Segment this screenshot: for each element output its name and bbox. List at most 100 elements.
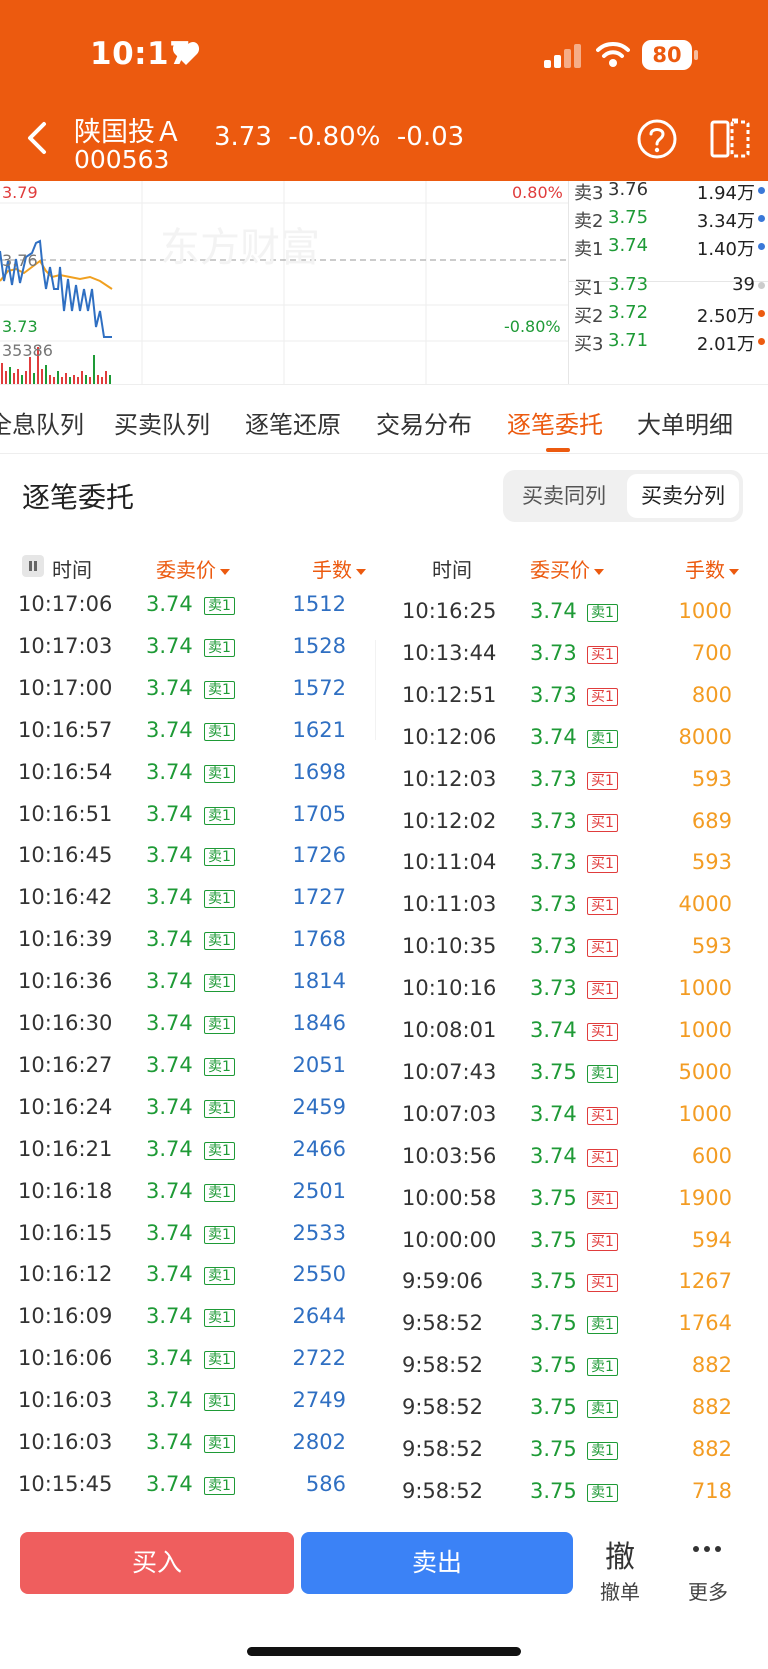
order-level-badge: 卖1 bbox=[204, 890, 235, 909]
order-row[interactable]: 10:16:45 3.74 卖1 1726 bbox=[0, 837, 376, 877]
order-time: 9:58:52 bbox=[402, 1353, 483, 1378]
order-row[interactable]: 10:16:03 3.74 卖1 2802 bbox=[0, 1424, 376, 1464]
more-label[interactable]: 更多 bbox=[686, 1576, 730, 1605]
order-row[interactable]: 10:15:45 3.74 卖1 586 bbox=[0, 1466, 376, 1506]
order-row[interactable]: 10:12:06 3.74 卖1 8000 bbox=[376, 719, 768, 759]
order-row[interactable]: 9:58:52 3.75 卖1 882 bbox=[376, 1431, 768, 1471]
order-lots: 2459 bbox=[292, 1094, 346, 1119]
sell-price-header[interactable]: 委卖价 bbox=[156, 554, 230, 583]
tab-order-by-order[interactable]: 逐笔委托 bbox=[507, 405, 603, 440]
order-row[interactable]: 10:16:09 3.74 卖1 2644 bbox=[0, 1298, 376, 1338]
order-time: 10:11:04 bbox=[402, 850, 497, 875]
order-row[interactable]: 10:16:57 3.74 卖1 1621 bbox=[0, 712, 376, 752]
order-row[interactable]: 10:10:35 3.73 买1 593 bbox=[376, 928, 768, 968]
back-icon[interactable] bbox=[22, 118, 52, 158]
order-row[interactable]: 10:16:27 3.74 卖1 2051 bbox=[0, 1047, 376, 1087]
order-row[interactable]: 9:58:52 3.75 卖1 1764 bbox=[376, 1305, 768, 1345]
order-book-asks-row[interactable]: 卖2 3.75 3.34万 bbox=[569, 203, 768, 232]
order-time: 10:16:12 bbox=[18, 1262, 113, 1287]
order-row[interactable]: 10:16:12 3.74 卖1 2550 bbox=[0, 1256, 376, 1296]
order-lots: 1814 bbox=[292, 969, 346, 994]
order-row[interactable]: 10:16:18 3.74 卖1 2501 bbox=[0, 1173, 376, 1213]
order-level-badge: 买1 bbox=[587, 855, 618, 874]
pause-icon[interactable] bbox=[22, 555, 44, 577]
sell-button[interactable]: 卖出 bbox=[301, 1532, 573, 1594]
order-row[interactable]: 9:58:52 3.75 卖1 718 bbox=[376, 1473, 768, 1513]
tab-full-queue[interactable]: 全息队列 bbox=[0, 405, 84, 440]
order-price: 3.74 bbox=[146, 1052, 193, 1077]
more-icon[interactable] bbox=[692, 1544, 722, 1554]
segment-split-columns[interactable]: 买卖分列 bbox=[627, 474, 739, 518]
order-row[interactable]: 10:07:03 3.74 买1 1000 bbox=[376, 1096, 768, 1136]
order-row[interactable]: 10:16:25 3.74 卖1 1000 bbox=[376, 593, 768, 633]
order-row[interactable]: 10:08:01 3.74 买1 1000 bbox=[376, 1012, 768, 1052]
order-row[interactable]: 10:12:51 3.73 买1 800 bbox=[376, 677, 768, 717]
order-row[interactable]: 10:11:03 3.73 买1 4000 bbox=[376, 886, 768, 926]
order-book-bids-row[interactable]: 买2 3.72 2.50万 bbox=[569, 298, 768, 327]
stock-quote: 3.73 -0.80% -0.03 bbox=[214, 122, 465, 152]
order-row[interactable]: 10:17:00 3.74 卖1 1572 bbox=[0, 670, 376, 710]
order-lots: 2466 bbox=[292, 1136, 346, 1161]
order-row[interactable]: 10:12:02 3.73 买1 689 bbox=[376, 803, 768, 843]
order-book-asks-row[interactable]: 卖3 3.76 1.94万 bbox=[569, 175, 768, 204]
cancel-order-icon[interactable]: 撤 bbox=[602, 1532, 638, 1576]
order-lots: 593 bbox=[691, 766, 732, 791]
order-row[interactable]: 10:16:51 3.74 卖1 1705 bbox=[0, 796, 376, 836]
order-row[interactable]: 10:16:39 3.74 卖1 1768 bbox=[0, 921, 376, 961]
detail-tab-bar: 全息队列 买卖队列 逐笔还原 交易分布 逐笔委托 大单明细 bbox=[0, 384, 768, 454]
order-book-bids-row[interactable]: 买1 3.73 39 bbox=[569, 270, 768, 299]
chart-watermark: 东方财富 bbox=[160, 225, 320, 271]
order-row[interactable]: 9:59:06 3.75 买1 1267 bbox=[376, 1263, 768, 1303]
order-book-asks-row[interactable]: 卖1 3.74 1.40万 bbox=[569, 231, 768, 260]
order-row[interactable]: 10:16:21 3.74 卖1 2466 bbox=[0, 1131, 376, 1171]
order-row[interactable]: 9:58:52 3.75 卖1 882 bbox=[376, 1347, 768, 1387]
order-level-badge: 卖1 bbox=[204, 1099, 235, 1118]
order-row[interactable]: 10:16:54 3.74 卖1 1698 bbox=[0, 754, 376, 794]
buy-lots-header[interactable]: 手数 bbox=[685, 554, 739, 583]
order-level-badge: 卖1 bbox=[587, 1064, 618, 1083]
order-row[interactable]: 10:10:16 3.73 买1 1000 bbox=[376, 970, 768, 1010]
order-book-volume: 2.01万 bbox=[696, 334, 755, 355]
header: 10:17 80 陕国投Ａ 000563 3.73 -0.80% -0.03 bbox=[0, 0, 768, 181]
order-row[interactable]: 10:07:43 3.75 卖1 5000 bbox=[376, 1054, 768, 1094]
order-lots: 2550 bbox=[292, 1262, 346, 1287]
order-row[interactable]: 10:13:44 3.73 买1 700 bbox=[376, 635, 768, 675]
order-row[interactable]: 9:58:52 3.75 卖1 882 bbox=[376, 1389, 768, 1429]
order-row[interactable]: 10:16:30 3.74 卖1 1846 bbox=[0, 1005, 376, 1045]
sell-time-header: 时间 bbox=[52, 558, 92, 582]
segment-same-column[interactable]: 买卖同列 bbox=[507, 474, 621, 518]
buy-button[interactable]: 买入 bbox=[20, 1532, 294, 1594]
intraday-chart[interactable]: 东方财富 3.79 3.76 3.73 35386 0.80% -0.80% bbox=[0, 181, 568, 384]
order-row[interactable]: 10:16:15 3.74 卖1 2533 bbox=[0, 1215, 376, 1255]
order-book-bids-row[interactable]: 买3 3.71 2.01万 bbox=[569, 326, 768, 355]
order-row[interactable]: 10:03:56 3.74 买1 600 bbox=[376, 1138, 768, 1178]
order-lists[interactable]: 10:17:06 3.74 卖1 1512 10:17:03 3.74 卖1 1528 10:1… bbox=[0, 586, 768, 1520]
order-price: 3.74 bbox=[146, 675, 193, 700]
order-row[interactable]: 10:00:58 3.75 买1 1900 bbox=[376, 1180, 768, 1220]
order-row[interactable]: 10:16:42 3.74 卖1 1727 bbox=[0, 879, 376, 919]
order-price: 3.74 bbox=[146, 717, 193, 742]
order-row[interactable]: 10:00:00 3.75 买1 594 bbox=[376, 1222, 768, 1262]
help-icon[interactable] bbox=[636, 118, 678, 160]
chart-mid-price: 3.76 bbox=[2, 251, 38, 270]
order-book-volume: 39 bbox=[732, 274, 755, 295]
order-price: 3.74 bbox=[146, 759, 193, 784]
order-lots: 594 bbox=[691, 1227, 732, 1252]
order-row[interactable]: 10:11:04 3.73 买1 593 bbox=[376, 844, 768, 884]
tab-large-order-detail[interactable]: 大单明细 bbox=[637, 405, 733, 440]
tab-tick-restore[interactable]: 逐笔还原 bbox=[245, 405, 341, 440]
order-row[interactable]: 10:16:36 3.74 卖1 1814 bbox=[0, 963, 376, 1003]
order-row[interactable]: 10:16:03 3.74 卖1 2749 bbox=[0, 1382, 376, 1422]
order-row[interactable]: 10:12:03 3.73 买1 593 bbox=[376, 761, 768, 801]
order-row[interactable]: 10:16:06 3.74 卖1 2722 bbox=[0, 1340, 376, 1380]
sell-lots-header[interactable]: 手数 bbox=[312, 554, 366, 583]
tab-trade-distribution[interactable]: 交易分布 bbox=[376, 405, 472, 440]
order-book[interactable]: 卖3 3.76 1.94万 卖2 3.75 3.34万 卖1 3.74 1.40万 买1 3.73… bbox=[568, 179, 768, 384]
buy-price-header[interactable]: 委买价 bbox=[530, 554, 604, 583]
switch-stock-icon[interactable] bbox=[708, 116, 752, 160]
tab-bid-ask-queue[interactable]: 买卖队列 bbox=[114, 405, 210, 440]
order-row[interactable]: 10:16:24 3.74 卖1 2459 bbox=[0, 1089, 376, 1129]
cancel-order-label[interactable]: 撤单 bbox=[596, 1576, 644, 1605]
order-row[interactable]: 10:17:03 3.74 卖1 1528 bbox=[0, 628, 376, 668]
order-row[interactable]: 10:17:06 3.74 卖1 1512 bbox=[0, 586, 376, 626]
